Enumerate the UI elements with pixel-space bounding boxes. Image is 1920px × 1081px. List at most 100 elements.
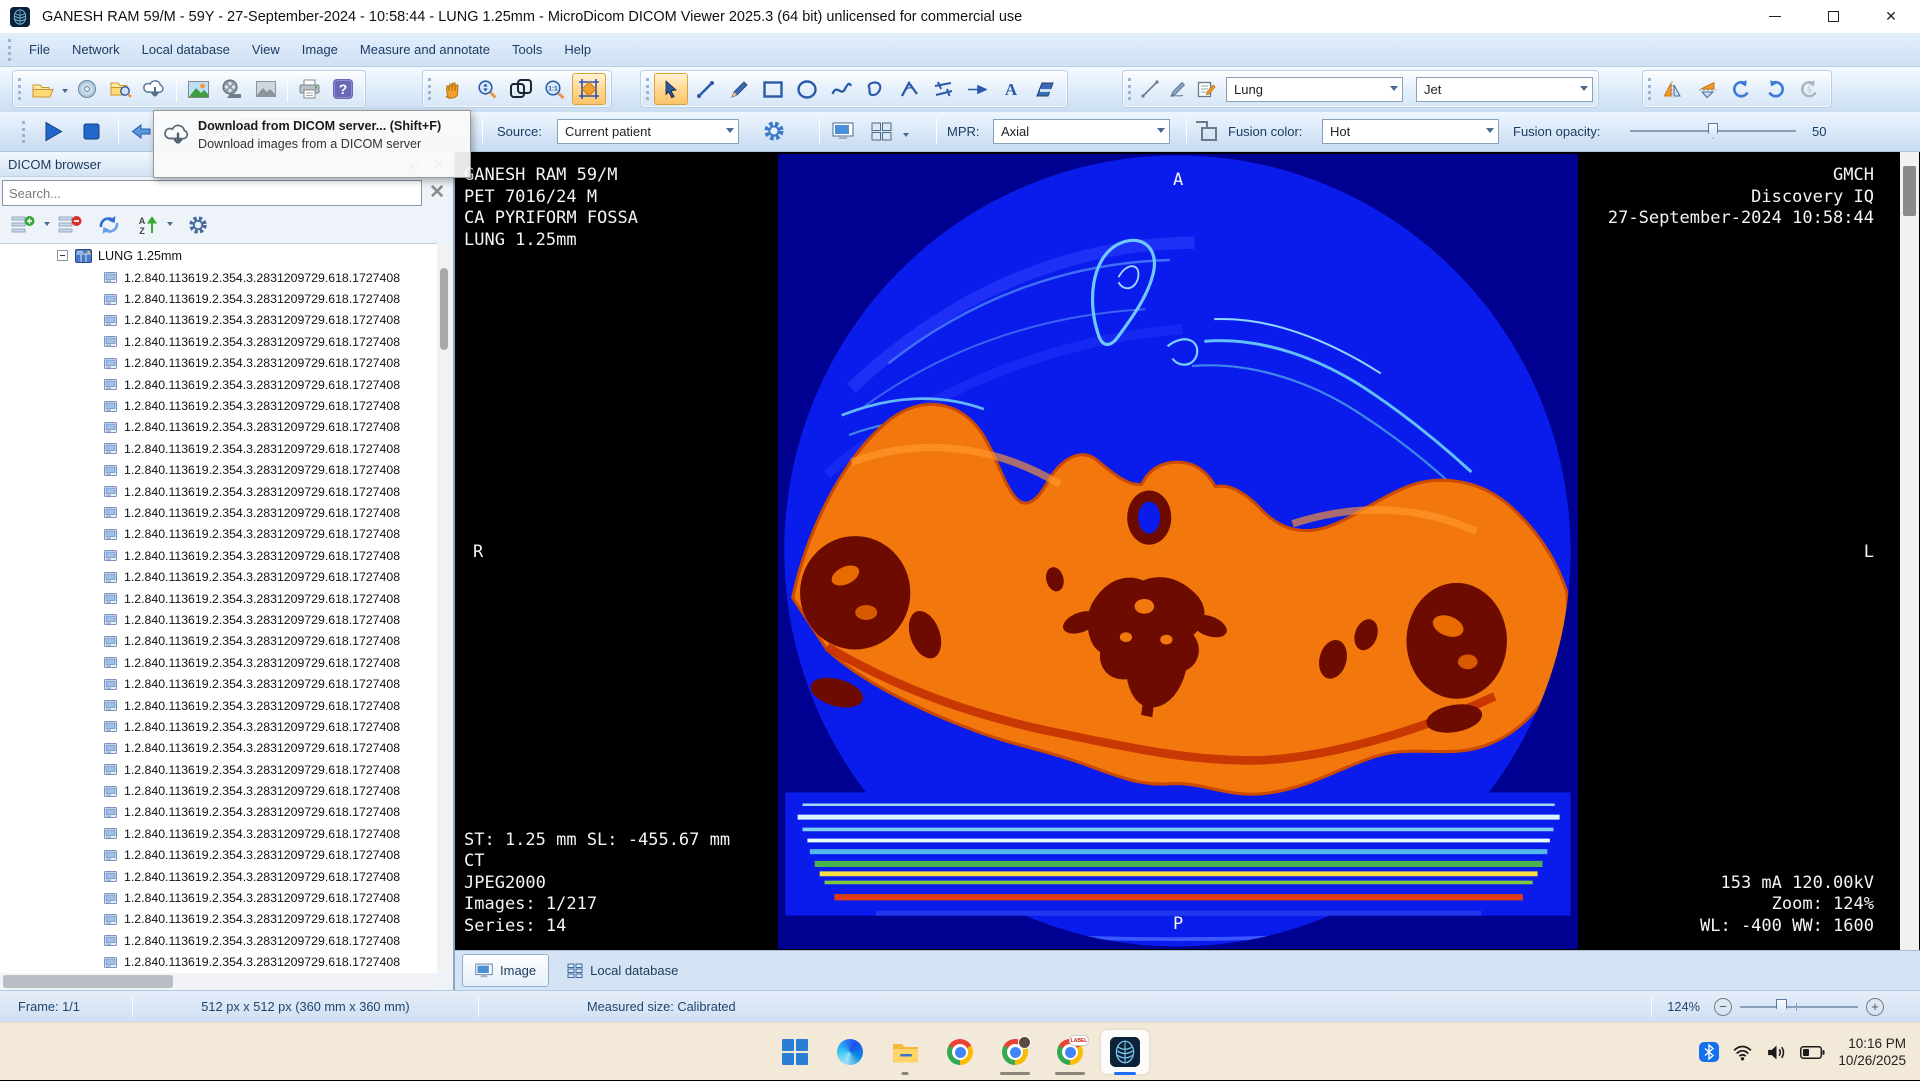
microdicom-taskbar-button[interactable] — [1098, 1026, 1152, 1078]
single-view-button[interactable] — [826, 115, 860, 147]
arrow-tool-button[interactable] — [960, 73, 994, 105]
cobb-angle-tool-button[interactable] — [926, 73, 960, 105]
clear-search-icon[interactable]: ✕ — [429, 181, 445, 205]
maximize-button[interactable] — [1804, 0, 1862, 33]
fit-to-window-button[interactable] — [572, 73, 606, 105]
flip-horizontal-button[interactable] — [1656, 73, 1690, 105]
fusion-color-dropdown[interactable]: Hot — [1322, 119, 1499, 144]
menu-view[interactable]: View — [241, 38, 291, 61]
explorer-taskbar-button[interactable] — [878, 1026, 932, 1078]
series-instance-row[interactable]: 1.2.840.113619.2.354.3.2831209729.618.17… — [0, 395, 437, 416]
series-instance-row[interactable]: 1.2.840.113619.2.354.3.2831209729.618.17… — [0, 267, 437, 288]
zoom-out-button[interactable]: − — [1714, 998, 1732, 1016]
rotate-left-button[interactable] — [1724, 73, 1758, 105]
expand-tree-caret[interactable] — [44, 222, 50, 229]
pan-tool-button[interactable] — [436, 73, 470, 105]
sort-caret[interactable] — [167, 222, 173, 229]
open-file-button[interactable] — [26, 73, 60, 105]
series-instance-row[interactable]: 1.2.840.113619.2.354.3.2831209729.618.17… — [0, 588, 437, 609]
series-instance-row[interactable]: 1.2.840.113619.2.354.3.2831209729.618.17… — [0, 738, 437, 759]
series-instance-row[interactable]: 1.2.840.113619.2.354.3.2831209729.618.17… — [0, 417, 437, 438]
mpr-dropdown[interactable]: Axial — [993, 119, 1170, 144]
stop-button[interactable] — [74, 115, 108, 147]
tab-local-database[interactable]: Local database — [555, 954, 690, 987]
text-tool-button[interactable]: A — [994, 73, 1028, 105]
print-button[interactable] — [292, 73, 326, 105]
series-instance-row[interactable]: 1.2.840.113619.2.354.3.2831209729.618.17… — [0, 310, 437, 331]
chrome-taskbar-button[interactable] — [933, 1026, 987, 1078]
series-instance-row[interactable]: 1.2.840.113619.2.354.3.2831209729.618.17… — [0, 887, 437, 908]
series-instance-row[interactable]: 1.2.840.113619.2.354.3.2831209729.618.17… — [0, 609, 437, 630]
series-node-row[interactable]: LUNG 1.25mm — [0, 244, 437, 267]
series-instance-row[interactable]: 1.2.840.113619.2.354.3.2831209729.618.17… — [0, 374, 437, 395]
collapse-tree-button[interactable] — [56, 213, 85, 237]
series-instance-row[interactable]: 1.2.840.113619.2.354.3.2831209729.618.17… — [0, 673, 437, 694]
series-instance-row[interactable]: 1.2.840.113619.2.354.3.2831209729.618.17… — [0, 695, 437, 716]
reset-transform-button[interactable]: 5 — [1792, 73, 1826, 105]
cursor-tool-button[interactable] — [654, 73, 688, 105]
start-button[interactable] — [768, 1026, 822, 1078]
sort-button[interactable]: AZ — [135, 213, 161, 237]
expand-tree-button[interactable] — [9, 213, 38, 237]
menu-file[interactable]: File — [18, 38, 61, 61]
series-instance-row[interactable]: 1.2.840.113619.2.354.3.2831209729.618.17… — [0, 716, 437, 737]
series-settings-button[interactable] — [757, 115, 791, 147]
series-instance-row[interactable]: 1.2.840.113619.2.354.3.2831209729.618.17… — [0, 566, 437, 587]
colormap-dropdown[interactable]: Jet — [1416, 77, 1593, 102]
series-instance-row[interactable]: 1.2.840.113619.2.354.3.2831209729.618.17… — [0, 438, 437, 459]
collapse-node-icon[interactable] — [57, 250, 68, 261]
battery-icon[interactable] — [1800, 1045, 1825, 1060]
play-button[interactable] — [36, 115, 70, 147]
series-instance-row[interactable]: 1.2.840.113619.2.354.3.2831209729.618.17… — [0, 288, 437, 309]
export-image-button[interactable] — [181, 73, 215, 105]
edge-taskbar-button[interactable] — [823, 1026, 877, 1078]
export-video-button[interactable] — [215, 73, 249, 105]
copy-image-button[interactable] — [249, 73, 283, 105]
menu-local-database[interactable]: Local database — [131, 38, 241, 61]
polyline-tool-button[interactable] — [824, 73, 858, 105]
tree-horizontal-scrollbar[interactable] — [0, 973, 437, 990]
series-instance-row[interactable]: 1.2.840.113619.2.354.3.2831209729.618.17… — [0, 652, 437, 673]
ellipse-tool-button[interactable] — [790, 73, 824, 105]
series-instance-row[interactable]: 1.2.840.113619.2.354.3.2831209729.618.17… — [0, 780, 437, 801]
help-button[interactable]: ? — [326, 73, 360, 105]
series-instance-row[interactable]: 1.2.840.113619.2.354.3.2831209729.618.17… — [0, 353, 437, 374]
grid-view-caret[interactable] — [903, 133, 909, 140]
minimize-button[interactable] — [1746, 0, 1804, 33]
series-instance-row[interactable]: 1.2.840.113619.2.354.3.2831209729.618.17… — [0, 845, 437, 866]
series-instance-row[interactable]: 1.2.840.113619.2.354.3.2831209729.618.17… — [0, 460, 437, 481]
menu-tools[interactable]: Tools — [501, 38, 553, 61]
refresh-button[interactable] — [95, 213, 123, 237]
series-instance-row[interactable]: 1.2.840.113619.2.354.3.2831209729.618.17… — [0, 802, 437, 823]
series-instance-row[interactable]: 1.2.840.113619.2.354.3.2831209729.618.17… — [0, 631, 437, 652]
series-instance-row[interactable]: 1.2.840.113619.2.354.3.2831209729.618.17… — [0, 502, 437, 523]
taskbar-clock[interactable]: 10:16 PM 10/26/2025 — [1838, 1035, 1906, 1069]
menu-help[interactable]: Help — [553, 38, 602, 61]
zoom-tool-button[interactable] — [470, 73, 504, 105]
series-instance-row[interactable]: 1.2.840.113619.2.354.3.2831209729.618.17… — [0, 331, 437, 352]
viewer-vertical-scrollbar[interactable] — [1900, 152, 1919, 950]
window-preset-dropdown[interactable]: Lung — [1226, 77, 1403, 102]
actual-size-button[interactable]: 1:1 — [538, 73, 572, 105]
dicom-download-button[interactable] — [138, 73, 172, 105]
pencil-tool-button[interactable] — [722, 73, 756, 105]
series-instance-row[interactable]: 1.2.840.113619.2.354.3.2831209729.618.17… — [0, 866, 437, 887]
rotate-right-button[interactable] — [1758, 73, 1792, 105]
zoom-in-button[interactable]: + — [1866, 998, 1884, 1016]
bluetooth-icon[interactable] — [1699, 1042, 1719, 1062]
open-file-caret[interactable] — [62, 89, 68, 96]
freehand-tool-button[interactable] — [858, 73, 892, 105]
magnifier-window-button[interactable] — [504, 73, 538, 105]
tree-vertical-scrollbar[interactable] — [438, 244, 450, 972]
menu-measure-and-annotate[interactable]: Measure and annotate — [349, 38, 501, 61]
grid-view-button[interactable] — [864, 115, 898, 147]
browser-settings-button[interactable] — [185, 212, 211, 238]
close-button[interactable]: ✕ — [1862, 0, 1920, 33]
series-instance-row[interactable]: 1.2.840.113619.2.354.3.2831209729.618.17… — [0, 481, 437, 502]
zoom-slider[interactable] — [1740, 998, 1858, 1016]
line-measure-button[interactable] — [688, 73, 722, 105]
search-input[interactable] — [2, 180, 422, 206]
menu-network[interactable]: Network — [61, 38, 131, 61]
menu-image[interactable]: Image — [291, 38, 349, 61]
series-instance-row[interactable]: 1.2.840.113619.2.354.3.2831209729.618.17… — [0, 759, 437, 780]
